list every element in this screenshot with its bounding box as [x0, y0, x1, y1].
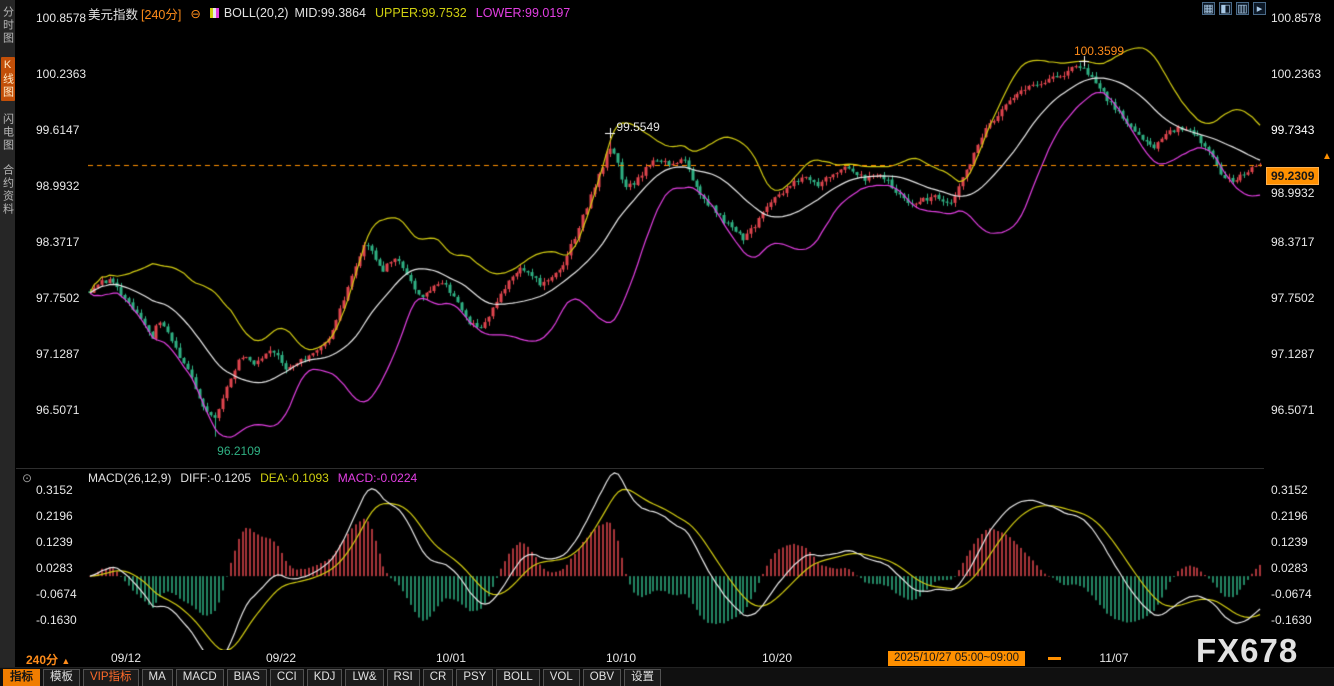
price-tick: 99.6147	[36, 124, 79, 137]
toolbar-button-ma[interactable]: MA	[142, 669, 173, 686]
macd-hist-value: MACD:-0.0224	[338, 471, 417, 485]
left-sidebar: 分时图 K线图 闪电图 合约资料	[0, 0, 15, 686]
indicator-icon	[210, 8, 219, 18]
price-tick: 97.1287	[36, 348, 79, 361]
period-selector-label: 240分	[26, 653, 58, 667]
x-axis-date: 11/07	[1092, 651, 1136, 665]
macd-diff-value: DIFF:-0.1205	[180, 471, 251, 485]
boll-lower-value: LOWER:99.0197	[476, 6, 571, 20]
macd-pane-icon[interactable]: ⊙	[22, 471, 32, 485]
price-tick: 96.5071	[1271, 404, 1314, 417]
toolbar-button-cr[interactable]: CR	[423, 669, 454, 686]
x-axis-date: 10/20	[755, 651, 799, 665]
symbol-name: 美元指数	[88, 4, 138, 23]
toolbar-button-obv[interactable]: OBV	[583, 669, 621, 686]
toolbar-button-macd[interactable]: MACD	[176, 669, 224, 686]
price-tick: 98.3717	[36, 236, 79, 249]
price-tick: 98.3717	[1271, 236, 1314, 249]
toolbar-button-kdj[interactable]: KDJ	[307, 669, 343, 686]
macd-tick: -0.0674	[1271, 588, 1312, 601]
macd-name: MACD(26,12,9)	[88, 471, 171, 485]
macd-tick: -0.0674	[36, 588, 77, 601]
toolbar-button-boll[interactable]: BOLL	[496, 669, 539, 686]
brand-watermark: FX678	[1196, 632, 1298, 670]
layout-next-icon[interactable]: ▸	[1253, 2, 1266, 15]
boll-label: BOLL(20,2)	[224, 6, 289, 20]
layout-panes-icon[interactable]: ▥	[1236, 2, 1249, 15]
price-chart-canvas[interactable]	[88, 8, 1262, 460]
toolbar-button-psy[interactable]: PSY	[456, 669, 493, 686]
macd-tick: 0.2196	[36, 510, 73, 523]
period-selector[interactable]: 240分 ▲	[26, 651, 70, 668]
toolbar-button-indicator[interactable]: 指标	[3, 669, 40, 686]
macd-chart-canvas[interactable]	[88, 472, 1262, 650]
toolbar-button-lwr[interactable]: LW&	[345, 669, 383, 686]
macd-tick: 0.0283	[1271, 562, 1308, 575]
macd-tick: -0.1630	[36, 614, 77, 627]
chart-header: 美元指数 [240分] ⊖ BOLL(20,2) MID:99.3864 UPP…	[88, 5, 570, 21]
period-label: [240分]	[141, 4, 181, 23]
boll-mid-value: MID:99.3864	[294, 6, 366, 20]
macd-tick: 0.1239	[36, 536, 73, 549]
sidebar-item-flash-chart[interactable]: 闪电图	[1, 113, 15, 152]
price-tick: 100.8578	[36, 12, 86, 25]
boll-upper-value: UPPER:99.7532	[375, 6, 467, 20]
macd-tick: 0.3152	[36, 484, 73, 497]
price-tick: 97.1287	[1271, 348, 1314, 361]
toolbar-button-bias[interactable]: BIAS	[227, 669, 267, 686]
current-price-tag: 99.2309	[1266, 167, 1319, 185]
period-dropdown-icon: ▲	[61, 656, 70, 666]
toolbar-button-template[interactable]: 模板	[43, 669, 80, 686]
sidebar-item-kline-chart[interactable]: K线图	[1, 57, 15, 101]
crosshair-time-tooltip: 2025/10/27 05:00~09:00	[888, 651, 1025, 666]
pane-divider	[16, 468, 1264, 469]
macd-dea-value: DEA:-0.1093	[260, 471, 329, 485]
price-tick: 97.7502	[1271, 292, 1314, 305]
sidebar-item-contract-info[interactable]: 合约资料	[1, 164, 15, 216]
macd-tick: 0.3152	[1271, 484, 1308, 497]
macd-tick: 0.0283	[36, 562, 73, 575]
toolbar-button-settings[interactable]: 设置	[624, 669, 661, 686]
sidebar-item-timeline-chart[interactable]: 分时图	[1, 6, 15, 45]
x-axis-date: 10/01	[429, 651, 473, 665]
toolbar-button-rsi[interactable]: RSI	[387, 669, 420, 686]
macd-tick: 0.2196	[1271, 510, 1308, 523]
price-tick: 100.2363	[1271, 68, 1321, 81]
macd-header: MACD(26,12,9) DIFF:-0.1205 DEA:-0.1093 M…	[88, 471, 417, 485]
x-axis-date: 10/10	[599, 651, 643, 665]
x-axis-date: 09/12	[104, 651, 148, 665]
price-tick: 97.7502	[36, 292, 79, 305]
price-tick: 96.5071	[36, 404, 79, 417]
collapse-icon[interactable]: ⊖	[190, 6, 200, 21]
indicator-toolbar: 指标 模板 VIP指标 MA MACD BIAS CCI KDJ LW& RSI…	[0, 667, 1334, 686]
macd-tick: -0.1630	[1271, 614, 1312, 627]
toolbar-button-vip-indicator[interactable]: VIP指标	[83, 669, 139, 686]
price-tick: 98.9932	[36, 180, 79, 193]
layout-grid-icon[interactable]: ▦	[1202, 2, 1215, 15]
macd-tick: 0.1239	[1271, 536, 1308, 549]
price-up-arrow-icon: ▲	[1322, 151, 1332, 162]
upper-band-tag: 99.7343	[1268, 122, 1317, 138]
price-tick: 100.8578	[1271, 12, 1321, 25]
toolbar-button-cci[interactable]: CCI	[270, 669, 304, 686]
layout-split-icon[interactable]: ◧	[1219, 2, 1232, 15]
x-axis-date: 09/22	[259, 651, 303, 665]
price-tick: 100.2363	[36, 68, 86, 81]
crosshair-axis-marker	[1048, 657, 1061, 660]
window-controls: ▦ ◧ ▥ ▸	[1202, 2, 1266, 15]
price-tick: 98.9932	[1271, 187, 1314, 200]
trading-app-window: 分时图 K线图 闪电图 合约资料 美元指数 [240分] ⊖ BOLL(20,2…	[0, 0, 1334, 686]
toolbar-button-vol[interactable]: VOL	[543, 669, 580, 686]
